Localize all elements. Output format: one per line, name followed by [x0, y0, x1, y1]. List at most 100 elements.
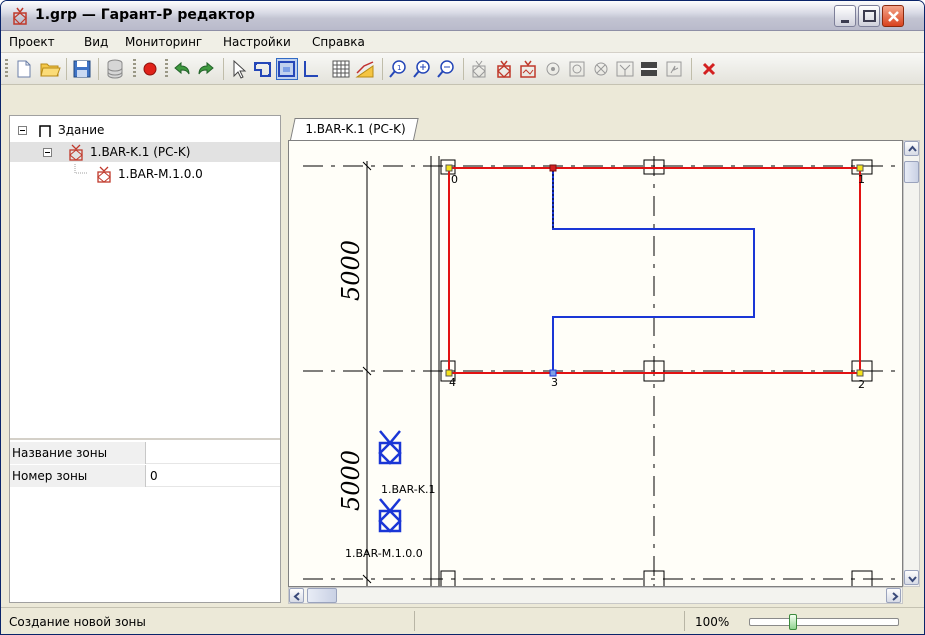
property-row-zone-number[interactable]: Номер зоны 0: [10, 465, 280, 487]
bar-icon: [641, 62, 657, 76]
detector-gray-tool[interactable]: [468, 58, 490, 80]
box-tool[interactable]: [566, 58, 588, 80]
detector-icon: [13, 7, 27, 25]
sensor-icon: [520, 60, 536, 78]
chevron-left-icon: [293, 592, 300, 601]
zoom-slider[interactable]: [749, 614, 899, 630]
svg-text:1: 1: [397, 64, 401, 72]
detector-icon[interactable]: [378, 430, 402, 465]
vertical-scrollbar[interactable]: [903, 140, 920, 587]
tree-label-device: 1.BAR-M.1.0.0: [118, 167, 203, 181]
zone-icon: [254, 62, 271, 77]
document-tabs: 1.BAR-K.1 (PC-K): [288, 115, 918, 141]
zone-vertex[interactable]: [856, 369, 864, 377]
line-icon: [304, 61, 318, 77]
project-panel: Здание 1.BAR-K.1 (PC-K) 1.BAR-M.1.0.0 На…: [9, 115, 281, 603]
save-icon: [73, 60, 91, 78]
scroll-thumb[interactable]: [904, 161, 919, 183]
point-tool[interactable]: [542, 58, 564, 80]
drawing-canvas[interactable]: 5000 5000 0 1 2 3 4 1.BAR-K.1 1.BAR-M.1.…: [288, 140, 903, 587]
pointer-tool[interactable]: [228, 58, 250, 80]
zone-rect-tool[interactable]: [276, 58, 298, 80]
tree-item-zone[interactable]: 1.BAR-K.1 (PC-K): [10, 142, 280, 162]
menu-help[interactable]: Справка: [312, 35, 365, 49]
window-title: 1.grp — Гарант-Р редактор: [35, 7, 255, 23]
undo-button[interactable]: [171, 58, 193, 80]
zoom-in-button[interactable]: [411, 58, 433, 80]
save-button[interactable]: [71, 58, 93, 80]
zoom-slider-thumb[interactable]: [789, 614, 797, 630]
scroll-right-button[interactable]: [886, 588, 901, 603]
record-button[interactable]: [139, 58, 161, 80]
chevron-right-icon: [892, 592, 899, 601]
property-value[interactable]: 0: [150, 469, 158, 483]
horizontal-scrollbar[interactable]: [288, 587, 903, 604]
close-button[interactable]: [882, 5, 904, 27]
minimize-button[interactable]: [834, 5, 856, 27]
cross-circle-icon: [594, 62, 608, 76]
delete-button[interactable]: [698, 58, 720, 80]
zoom-fit-button[interactable]: 1: [387, 58, 409, 80]
maximize-icon: [863, 10, 876, 22]
tab-label: 1.BAR-K.1 (PC-K): [305, 122, 406, 136]
route-start-point[interactable]: [549, 164, 557, 172]
menu-settings[interactable]: Настройки: [223, 35, 291, 49]
zone-vertex[interactable]: [856, 164, 864, 172]
zoom-out-button[interactable]: [435, 58, 457, 80]
collapse-icon[interactable]: [43, 148, 52, 157]
redo-button[interactable]: [195, 58, 217, 80]
cross-tool[interactable]: [590, 58, 612, 80]
tab-zone[interactable]: 1.BAR-K.1 (PC-K): [290, 118, 420, 140]
vertex-label: 0: [451, 173, 458, 186]
scroll-thumb[interactable]: [307, 588, 337, 603]
collapse-icon[interactable]: [18, 126, 27, 135]
bar-tool[interactable]: [638, 58, 660, 80]
menu-project[interactable]: Проект: [9, 35, 55, 49]
detector-icon[interactable]: [378, 498, 402, 533]
vertex-label: 4: [449, 376, 456, 389]
properties-grid: Название зоны Номер зоны 0: [10, 438, 280, 602]
zone-tool[interactable]: [252, 58, 274, 80]
toolbar-grip[interactable]: [5, 59, 8, 79]
tree-label-building: Здание: [58, 123, 105, 137]
status-text: Создание новой зоны: [9, 615, 146, 629]
status-bar: Создание новой зоны 100%: [1, 607, 924, 634]
grid-tool[interactable]: [330, 58, 352, 80]
signal-tool[interactable]: [663, 58, 685, 80]
menu-monitoring[interactable]: Мониторинг: [125, 35, 202, 49]
device-label: 1.BAR-M.1.0.0: [345, 547, 423, 560]
maximize-button[interactable]: [858, 5, 880, 27]
device-label: 1.BAR-K.1: [381, 483, 435, 496]
detector-icon: [497, 60, 511, 78]
zoom-out-icon: [437, 60, 454, 78]
cursor-icon: [233, 59, 247, 79]
open-button[interactable]: [39, 58, 61, 80]
chart-tool[interactable]: [354, 58, 376, 80]
zone-vertex[interactable]: [445, 164, 453, 172]
tree-item-device[interactable]: 1.BAR-M.1.0.0: [10, 164, 280, 184]
filter-tool[interactable]: [614, 58, 636, 80]
vertex-label: 1: [858, 173, 865, 186]
tree-item-building[interactable]: Здание: [10, 120, 280, 140]
property-row-zone-name[interactable]: Название зоны: [10, 442, 280, 464]
database-icon: [107, 59, 123, 79]
title-bar[interactable]: 1.grp — Гарант-Р редактор: [1, 1, 924, 31]
project-tree: Здание 1.BAR-K.1 (PC-K) 1.BAR-M.1.0.0: [10, 116, 280, 436]
database-button[interactable]: [104, 58, 126, 80]
detector-icon: [69, 144, 83, 161]
menu-view[interactable]: Вид: [84, 35, 108, 49]
menu-bar: Проект Вид Мониторинг Настройки Справка: [1, 31, 924, 53]
sensor-tool[interactable]: [517, 58, 539, 80]
detector-red-tool[interactable]: [493, 58, 515, 80]
line-tool[interactable]: [300, 58, 322, 80]
target-icon: [546, 62, 560, 76]
new-file-icon: [17, 60, 31, 78]
scroll-left-button[interactable]: [289, 588, 304, 603]
property-key: Название зоны: [10, 442, 146, 464]
new-file-button[interactable]: [13, 58, 35, 80]
vertex-label: 2: [858, 378, 865, 391]
scroll-up-button[interactable]: [904, 141, 919, 156]
vertex-label: 3: [551, 376, 558, 389]
chevron-up-icon: [908, 145, 917, 152]
scroll-down-button[interactable]: [904, 570, 919, 585]
